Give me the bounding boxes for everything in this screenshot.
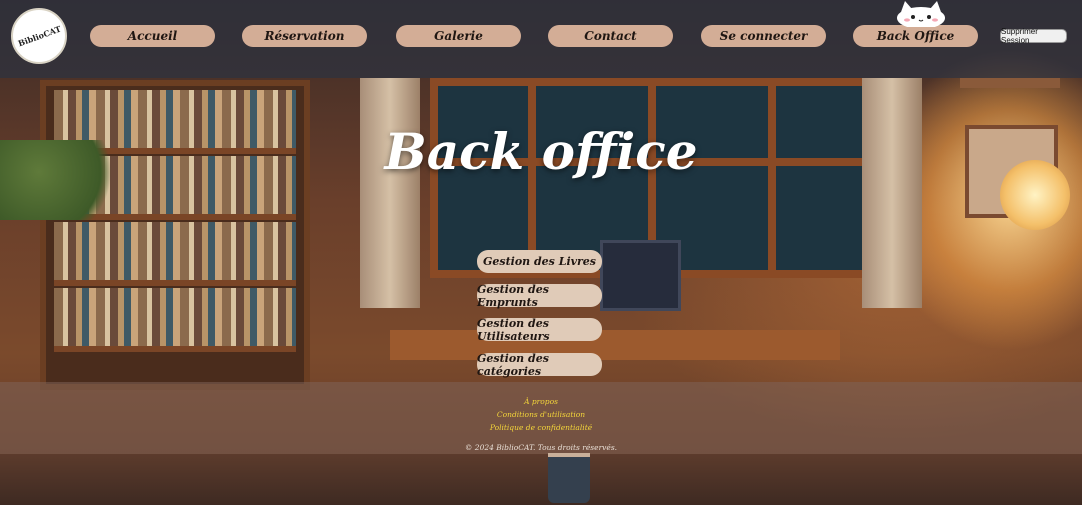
logo-text: BiblioCAT <box>16 23 62 49</box>
logo-icon[interactable]: BiblioCAT <box>11 8 67 64</box>
frame-illustration <box>960 78 1060 88</box>
navbar: BiblioCAT Accueil Réservation Galerie Co… <box>0 0 1082 78</box>
footer-link-terms[interactable]: Conditions d'utilisation <box>0 410 1082 419</box>
page-title: Back office <box>384 122 698 181</box>
delete-session-button[interactable]: Supprimer Session <box>1000 27 1067 45</box>
manage-books-button[interactable]: Gestion des Livres <box>477 250 602 273</box>
curtain-left <box>360 78 420 308</box>
nav-accueil[interactable]: Accueil <box>90 25 215 47</box>
footer-link-privacy[interactable]: Politique de confidentialité <box>0 423 1082 432</box>
desk-illustration <box>390 330 840 360</box>
mug-illustration <box>548 453 590 503</box>
bottom-scene <box>0 454 1082 505</box>
cat-mascot-icon <box>897 1 945 27</box>
curtain-right <box>862 78 922 308</box>
nav-contact[interactable]: Contact <box>548 25 673 47</box>
manage-users-button[interactable]: Gestion des Utilisateurs <box>477 317 602 343</box>
nav-se-connecter[interactable]: Se connecter <box>701 25 826 47</box>
footer-copyright: © 2024 BiblioCAT. Tous droits réservés. <box>464 443 618 452</box>
footer-link-about[interactable]: À propos <box>0 397 1082 406</box>
nav-reservation[interactable]: Réservation <box>242 25 367 47</box>
nav-galerie[interactable]: Galerie <box>396 25 521 47</box>
manage-categories-button[interactable]: Gestion des catégories <box>477 352 602 378</box>
manage-loans-button[interactable]: Gestion des Emprunts <box>477 283 602 309</box>
monitor-illustration <box>600 240 681 311</box>
nav-back-office[interactable]: Back Office <box>853 25 978 47</box>
